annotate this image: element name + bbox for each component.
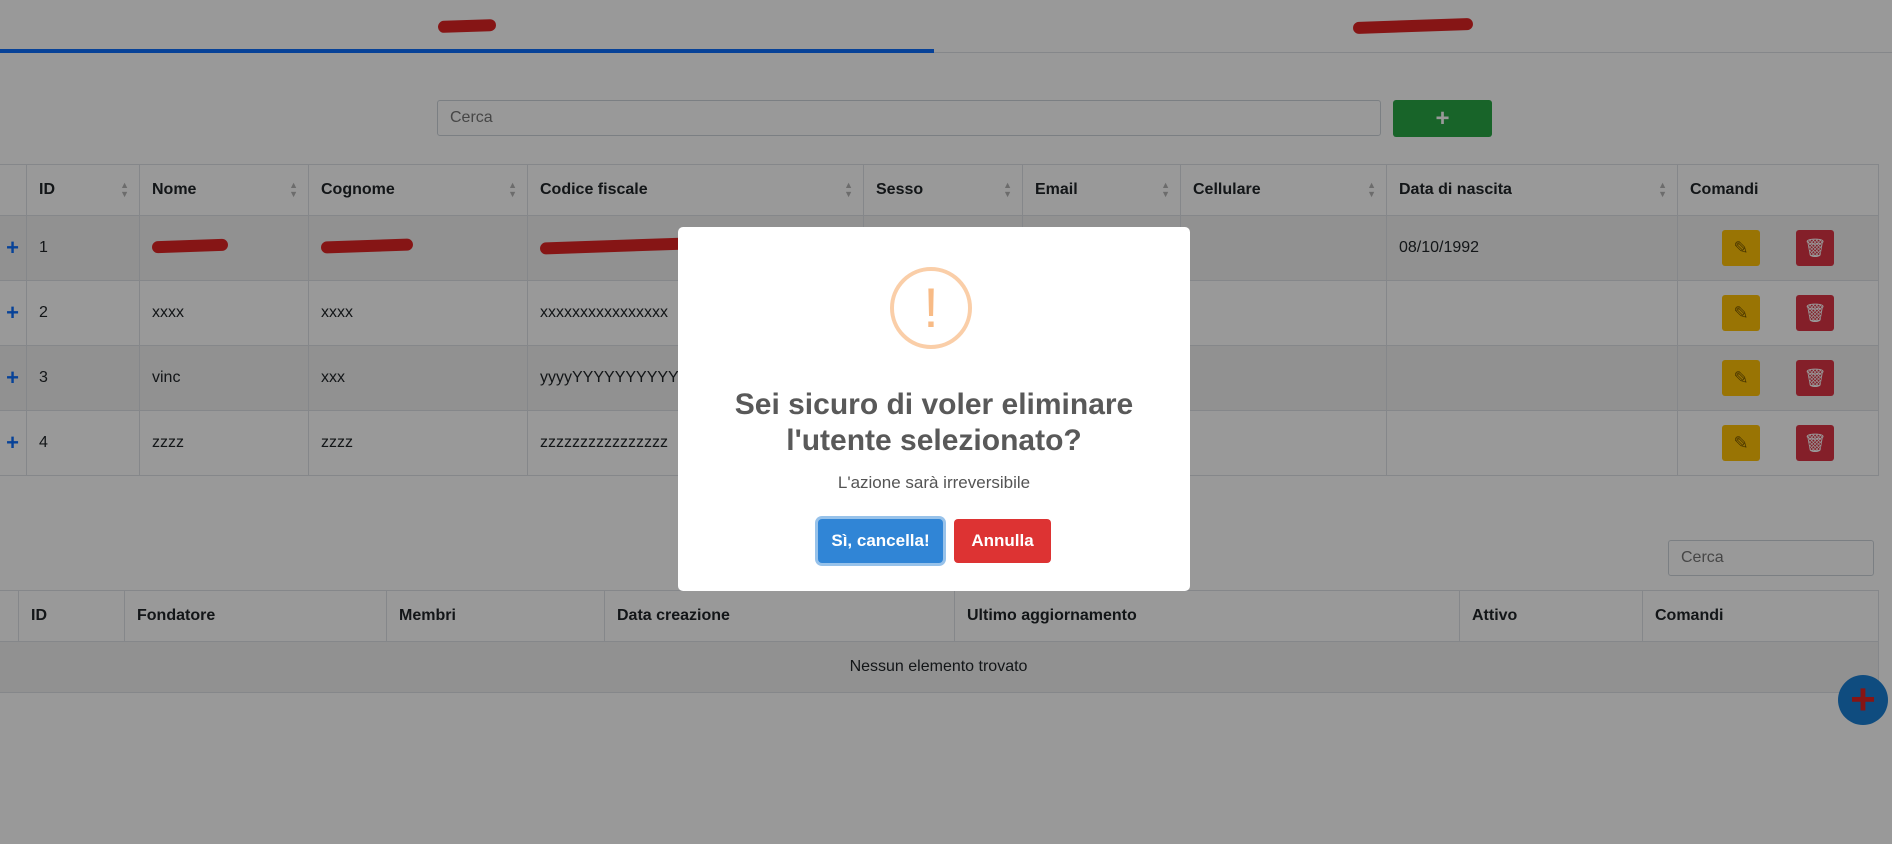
dialog-title-line: Sei sicuro di voler eliminare <box>734 388 1134 421</box>
confirm-delete-dialog: ! Sei sicuro di voler eliminare l'utente… <box>678 227 1190 591</box>
page: + ID▲▼ Nome▲▼ Cognome▲▼ Codice fiscale▲▼… <box>0 0 1892 844</box>
confirm-button[interactable]: Sì, cancella! <box>818 519 943 563</box>
cancel-button[interactable]: Annulla <box>954 519 1051 563</box>
exclamation-icon: ! <box>890 267 972 349</box>
dialog-title: Sei sicuro di voler eliminare l'utente s… <box>698 387 1170 459</box>
dialog-title-line: l'utente selezionato? <box>786 424 1082 457</box>
dialog-text: L'azione sarà irreversibile <box>837 473 1031 492</box>
